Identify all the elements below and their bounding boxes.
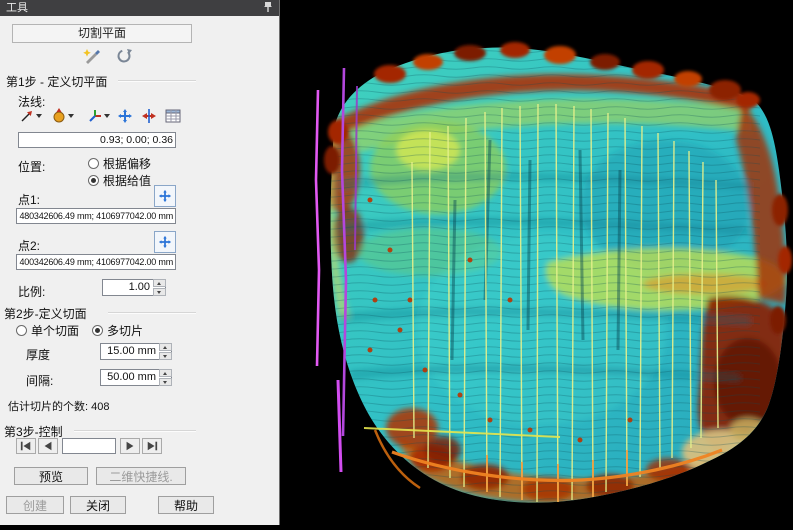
point2-label: 点2: bbox=[18, 237, 40, 254]
pin-icon[interactable] bbox=[261, 1, 275, 15]
thickness-label: 厚度 bbox=[26, 346, 50, 363]
tools-panel: 工具 切割平面 第1步 - 定义切平面 法线: bbox=[0, 0, 280, 525]
thickness-spinner: 15.00 mm bbox=[100, 343, 172, 360]
normal-vector-input[interactable] bbox=[18, 132, 176, 148]
radio-circle-icon bbox=[16, 325, 27, 336]
divider bbox=[74, 430, 196, 432]
table-icon[interactable] bbox=[162, 105, 184, 127]
previous-icon[interactable] bbox=[38, 438, 58, 454]
normal-sphere-icon[interactable] bbox=[48, 105, 76, 127]
move-cross-icon bbox=[158, 235, 172, 249]
radio-by-value[interactable]: 根据给值 bbox=[88, 172, 151, 189]
normal-3axis-icon[interactable] bbox=[84, 105, 112, 127]
divider bbox=[118, 80, 196, 82]
recompute-icon[interactable] bbox=[112, 45, 136, 67]
section-header-cut-plane: 切割平面 bbox=[12, 24, 192, 43]
normal-flip-icon[interactable] bbox=[16, 105, 44, 127]
next-icon[interactable] bbox=[120, 438, 140, 454]
radio-single-label: 单个切面 bbox=[31, 322, 79, 339]
scale-label: 比例: bbox=[18, 283, 45, 300]
panel-titlebar: 工具 bbox=[0, 0, 279, 16]
close-button[interactable]: 关闭 bbox=[70, 496, 126, 514]
radio-circle-icon bbox=[88, 175, 99, 186]
skip-to-end-icon[interactable] bbox=[142, 438, 162, 454]
spacing-spinner: 50.00 mm bbox=[100, 369, 172, 386]
edit-plane-icon[interactable] bbox=[80, 45, 104, 67]
spin-up-icon[interactable] bbox=[153, 279, 166, 287]
radio-by-offset-label: 根据偏移 bbox=[103, 155, 151, 172]
slice-index-input[interactable] bbox=[62, 438, 116, 454]
spin-down-icon[interactable] bbox=[159, 378, 172, 386]
spacing-label: 间隔: bbox=[26, 372, 53, 389]
point1-label: 点1: bbox=[18, 191, 40, 208]
radio-circle-icon bbox=[92, 325, 103, 336]
position-label: 位置: bbox=[18, 158, 45, 175]
create-button: 创建 bbox=[6, 496, 64, 514]
thickness-value: 15.00 mm bbox=[101, 344, 158, 359]
spacing-value: 50.00 mm bbox=[101, 370, 158, 385]
point2-input[interactable] bbox=[16, 254, 176, 270]
spin-up-icon[interactable] bbox=[159, 343, 172, 351]
panel-title: 工具 bbox=[6, 2, 28, 14]
radio-single-section[interactable]: 单个切面 bbox=[16, 322, 79, 339]
move-cross-icon bbox=[158, 189, 172, 203]
chevron-down-icon bbox=[36, 114, 42, 118]
pick-point1-button[interactable] bbox=[154, 185, 176, 207]
radio-multi-slices[interactable]: 多切片 bbox=[92, 322, 143, 339]
radio-multi-label: 多切片 bbox=[107, 322, 143, 339]
spin-down-icon[interactable] bbox=[153, 288, 166, 296]
shortcut-2d-button: 二维快捷线. bbox=[96, 467, 186, 485]
skip-to-start-icon[interactable] bbox=[16, 438, 36, 454]
estimated-slices-text: 估计切片的个数: 408 bbox=[8, 398, 109, 414]
divider bbox=[108, 312, 196, 314]
chevron-down-icon bbox=[68, 114, 74, 118]
normal-cross-icon[interactable] bbox=[114, 105, 136, 127]
viewport-3d[interactable] bbox=[280, 0, 793, 525]
step2-title: 第2步-定义切面 bbox=[4, 305, 87, 322]
radio-circle-icon bbox=[88, 158, 99, 169]
normal-two-arrows-icon[interactable] bbox=[138, 105, 160, 127]
help-button[interactable]: 帮助 bbox=[158, 496, 214, 514]
scale-value: 1.00 bbox=[103, 280, 152, 295]
pick-point2-button[interactable] bbox=[154, 231, 176, 253]
point1-input[interactable] bbox=[16, 208, 176, 224]
point-cloud-scene[interactable] bbox=[280, 0, 793, 525]
preview-button[interactable]: 预览 bbox=[14, 467, 88, 485]
scale-spinner: 1.00 bbox=[102, 279, 166, 296]
chevron-down-icon bbox=[104, 114, 110, 118]
spin-down-icon[interactable] bbox=[159, 352, 172, 360]
radio-by-offset[interactable]: 根据偏移 bbox=[88, 155, 151, 172]
spin-up-icon[interactable] bbox=[159, 369, 172, 377]
step1-title: 第1步 - 定义切平面 bbox=[6, 73, 107, 90]
radio-by-value-label: 根据给值 bbox=[103, 172, 151, 189]
